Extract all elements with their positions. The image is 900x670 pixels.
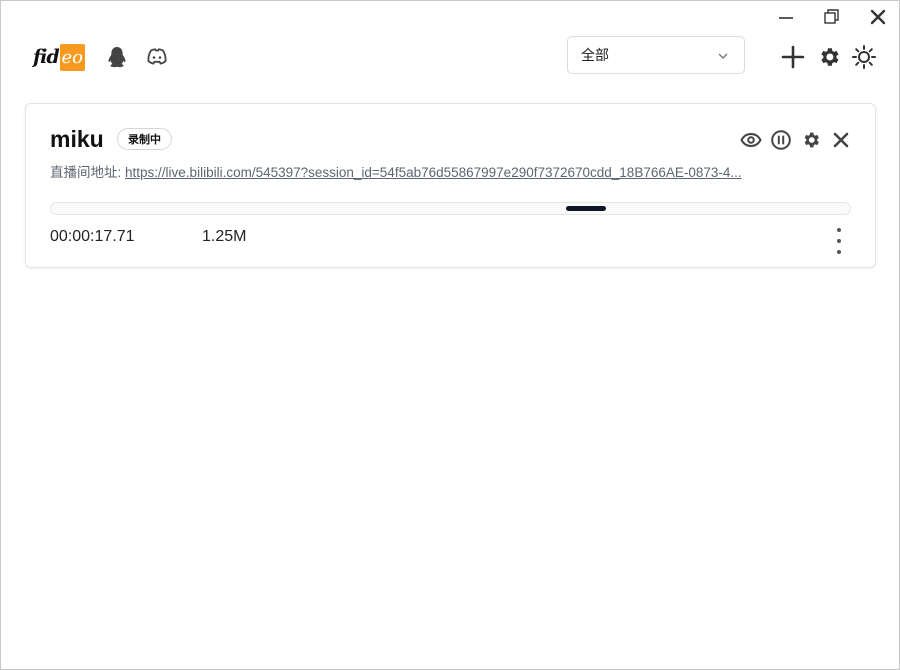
room-url-label: 直播间地址:	[50, 165, 122, 180]
app-window: fid eo 全部 miku 录制中 直播间地址: https://live.b…	[0, 0, 900, 670]
task-name: miku	[50, 126, 104, 152]
filter-selected-value: 全部	[581, 47, 609, 63]
pause-icon[interactable]	[769, 128, 793, 152]
task-actions	[739, 128, 853, 152]
room-url-row: 直播间地址: https://live.bilibili.com/545397?…	[50, 161, 820, 181]
plus-icon[interactable]	[779, 43, 807, 71]
filter-select[interactable]: 全部	[567, 36, 745, 74]
logo-text-part1: fid	[33, 46, 60, 68]
status-badge: 录制中	[117, 128, 172, 150]
room-url-link[interactable]: https://live.bilibili.com/545397?session…	[125, 165, 742, 180]
qq-penguin-icon[interactable]	[105, 45, 129, 69]
discord-icon[interactable]	[145, 45, 169, 69]
recording-progress-bar	[50, 202, 851, 215]
gear-icon[interactable]	[799, 128, 823, 152]
minimize-icon[interactable]	[771, 5, 801, 29]
chevron-down-icon	[718, 53, 728, 59]
sun-icon[interactable]	[850, 43, 878, 71]
more-options-icon[interactable]	[829, 228, 849, 254]
app-logo: fid eo	[33, 43, 85, 71]
logo-text-part2: eo	[59, 43, 85, 71]
recording-file-size: 1.25M	[202, 228, 247, 245]
close-icon[interactable]	[829, 128, 853, 152]
recording-duration: 00:00:17.71	[50, 228, 135, 245]
eye-icon[interactable]	[739, 128, 763, 152]
progress-indicator	[566, 206, 606, 211]
recording-task-card: miku 录制中 直播间地址: https://live.bilibili.co…	[25, 103, 876, 268]
gear-icon[interactable]	[815, 43, 843, 71]
restore-icon[interactable]	[817, 5, 847, 29]
close-icon[interactable]	[863, 5, 893, 29]
